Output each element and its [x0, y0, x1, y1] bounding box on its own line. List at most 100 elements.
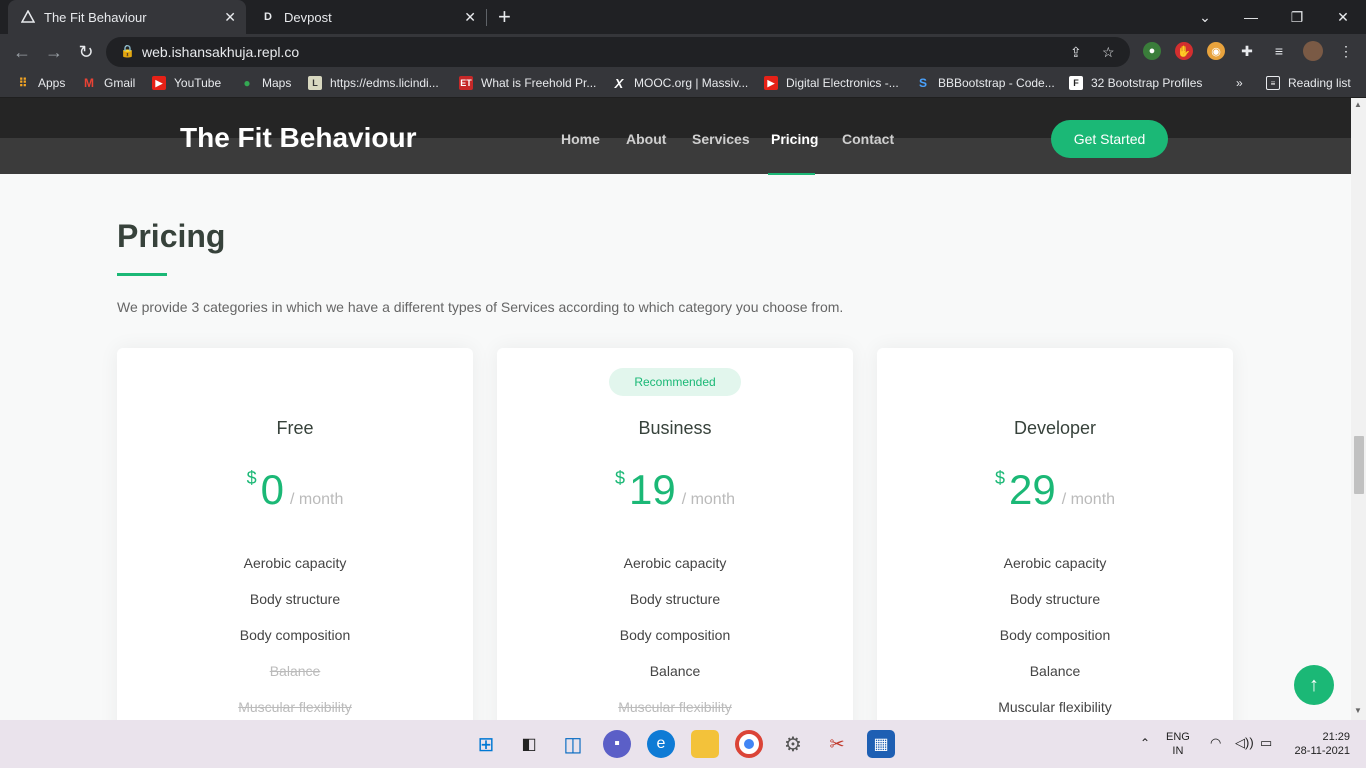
feature-item: Body composition: [999, 627, 1111, 643]
apps-grid-icon: ⠿: [18, 76, 28, 90]
bookmark-edms[interactable]: L https://edms.licindi...: [308, 76, 439, 90]
file-explorer-icon[interactable]: [691, 730, 719, 758]
share-icon[interactable]: ⇪: [1070, 44, 1082, 61]
store-icon[interactable]: ▦: [867, 730, 895, 758]
reading-list-icon: ≡: [1266, 76, 1280, 90]
site-header: The Fit Behaviour Home About Services Pr…: [0, 98, 1351, 175]
reading-list-label: Reading list: [1288, 76, 1351, 90]
volume-icon[interactable]: ◁)): [1235, 736, 1254, 750]
nav-pricing[interactable]: Pricing: [771, 131, 818, 147]
f-logo-icon: F: [1069, 76, 1083, 90]
edge-icon[interactable]: e: [647, 730, 675, 758]
gmail-icon: M: [84, 76, 94, 90]
pricing-card-developer: Developer $ 29 / month Aerobic capacity …: [877, 348, 1233, 720]
tab-search-icon[interactable]: ⌄: [1182, 0, 1228, 34]
bookmark-label: Apps: [38, 76, 66, 90]
settings-gear-icon[interactable]: ⚙: [779, 730, 807, 758]
currency-symbol: $: [246, 468, 257, 488]
forward-icon[interactable]: →: [42, 40, 66, 64]
bookmark-bootstrap-profiles[interactable]: F 32 Bootstrap Profiles: [1069, 76, 1202, 90]
scrollbar-thumb[interactable]: [1354, 436, 1364, 494]
pricing-section: Pricing We provide 3 categories in which…: [0, 175, 1351, 720]
bookmarks-bar: ⠿ Apps M Gmail ▶ YouTube ● Maps L https:…: [0, 70, 1366, 98]
profile-avatar[interactable]: [1303, 41, 1323, 61]
bookmark-mooc[interactable]: X MOOC.org | Massiv...: [612, 76, 749, 91]
feature-item: Balance: [1029, 663, 1081, 679]
lic-icon: L: [308, 76, 322, 90]
youtube-icon: ▶: [764, 76, 778, 90]
bookmark-youtube[interactable]: ▶ YouTube: [152, 76, 221, 90]
feature-item: Muscular flexibility: [998, 699, 1112, 715]
media-control-icon[interactable]: ≡: [1270, 42, 1288, 60]
snipping-tool-icon[interactable]: ✂: [823, 730, 851, 758]
browser-toolbar: ← → ↻ 🔒 web.ishansakhuja.repl.co ⇪ ☆ ● ✋…: [0, 34, 1366, 70]
feature-item: Body composition: [239, 627, 351, 643]
reload-icon[interactable]: ↻: [74, 40, 98, 64]
scroll-down-icon[interactable]: ▼: [1354, 706, 1362, 715]
bookmark-apps[interactable]: ⠿ Apps: [16, 76, 66, 90]
feature-item: Body composition: [619, 627, 731, 643]
feature-item: Aerobic capacity: [623, 555, 727, 571]
bookmark-bbbootstrap[interactable]: S BBBootstrap - Code...: [916, 76, 1055, 90]
feature-item: Aerobic capacity: [1003, 555, 1107, 571]
teams-chat-icon[interactable]: ▪: [603, 730, 631, 758]
language-indicator[interactable]: ENG IN: [1166, 730, 1190, 758]
more-bookmarks-icon[interactable]: »: [1236, 76, 1243, 90]
plan-price: $ 0 / month: [117, 466, 473, 514]
nav-services[interactable]: Services: [692, 131, 750, 147]
close-window-icon[interactable]: ✕: [1320, 0, 1366, 34]
currency-symbol: $: [614, 468, 625, 488]
bookmark-label: What is Freehold Pr...: [481, 76, 597, 90]
bookmark-label: 32 Bootstrap Profiles: [1091, 76, 1203, 90]
nav-about[interactable]: About: [626, 131, 666, 147]
bookmark-digital-electronics[interactable]: ▶ Digital Electronics -...: [764, 76, 899, 90]
battery-icon[interactable]: ▭: [1260, 736, 1272, 750]
menu-kebab-icon[interactable]: ⋮: [1337, 42, 1355, 60]
feature-item-unavailable: Muscular flexibility: [238, 699, 352, 715]
feature-item: Aerobic capacity: [243, 555, 347, 571]
minimize-icon[interactable]: —: [1228, 0, 1274, 34]
bookmark-freehold[interactable]: ET What is Freehold Pr...: [459, 76, 596, 90]
reading-list[interactable]: ≡ Reading list: [1266, 76, 1351, 90]
wifi-icon[interactable]: ◠: [1210, 736, 1221, 750]
widgets-icon[interactable]: ◫: [559, 730, 587, 758]
extensions-puzzle-icon[interactable]: ✚: [1238, 42, 1256, 60]
maps-pin-icon: ●: [243, 76, 251, 90]
plan-price: $ 19 / month: [497, 466, 853, 514]
restore-icon[interactable]: ❐: [1274, 0, 1320, 34]
address-bar[interactable]: 🔒 web.ishansakhuja.repl.co ⇪ ☆: [106, 37, 1130, 67]
et-icon: ET: [459, 76, 473, 90]
pricing-card-business: Recommended Business $ 19 / month Aerobi…: [497, 348, 853, 720]
get-started-button[interactable]: Get Started: [1051, 120, 1168, 158]
currency-symbol: $: [994, 468, 1005, 488]
tab-divider: [486, 9, 487, 26]
tab-devpost[interactable]: D Devpost ✕: [248, 0, 486, 34]
price-amount: 29: [1008, 466, 1056, 513]
new-tab-icon[interactable]: +: [498, 4, 511, 30]
start-windows-icon[interactable]: ⊞: [472, 730, 500, 758]
extension-owl-icon[interactable]: ◉: [1207, 42, 1225, 60]
close-tab-icon[interactable]: ✕: [224, 9, 236, 26]
extension-adblock-icon[interactable]: ✋: [1175, 42, 1193, 60]
tab-title: Devpost: [284, 9, 332, 25]
scroll-up-icon[interactable]: ▲: [1354, 100, 1362, 109]
bookmark-gmail[interactable]: M Gmail: [82, 76, 135, 90]
nav-contact[interactable]: Contact: [842, 131, 894, 147]
chrome-icon[interactable]: [735, 730, 763, 758]
nav-home[interactable]: Home: [561, 131, 600, 147]
bookmark-maps[interactable]: ● Maps: [240, 76, 291, 90]
page-scrollbar[interactable]: ▲ ▼: [1351, 98, 1366, 720]
extension-globe-icon[interactable]: ●: [1143, 42, 1161, 60]
back-icon[interactable]: ←: [10, 40, 34, 64]
site-logo[interactable]: The Fit Behaviour: [180, 122, 416, 154]
bookmark-star-icon[interactable]: ☆: [1102, 44, 1115, 61]
close-tab-icon[interactable]: ✕: [464, 9, 476, 26]
back-to-top-button[interactable]: ↑: [1294, 665, 1334, 705]
plan-name: Developer: [1013, 418, 1097, 438]
lock-icon[interactable]: 🔒: [120, 44, 135, 58]
tab-fit-behaviour[interactable]: The Fit Behaviour ✕: [8, 0, 246, 34]
feature-item: Balance: [649, 663, 701, 679]
show-hidden-icons-icon[interactable]: ⌃: [1140, 736, 1150, 750]
clock[interactable]: 21:29 28-11-2021: [1288, 730, 1350, 758]
task-view-icon[interactable]: ◧: [515, 730, 543, 758]
